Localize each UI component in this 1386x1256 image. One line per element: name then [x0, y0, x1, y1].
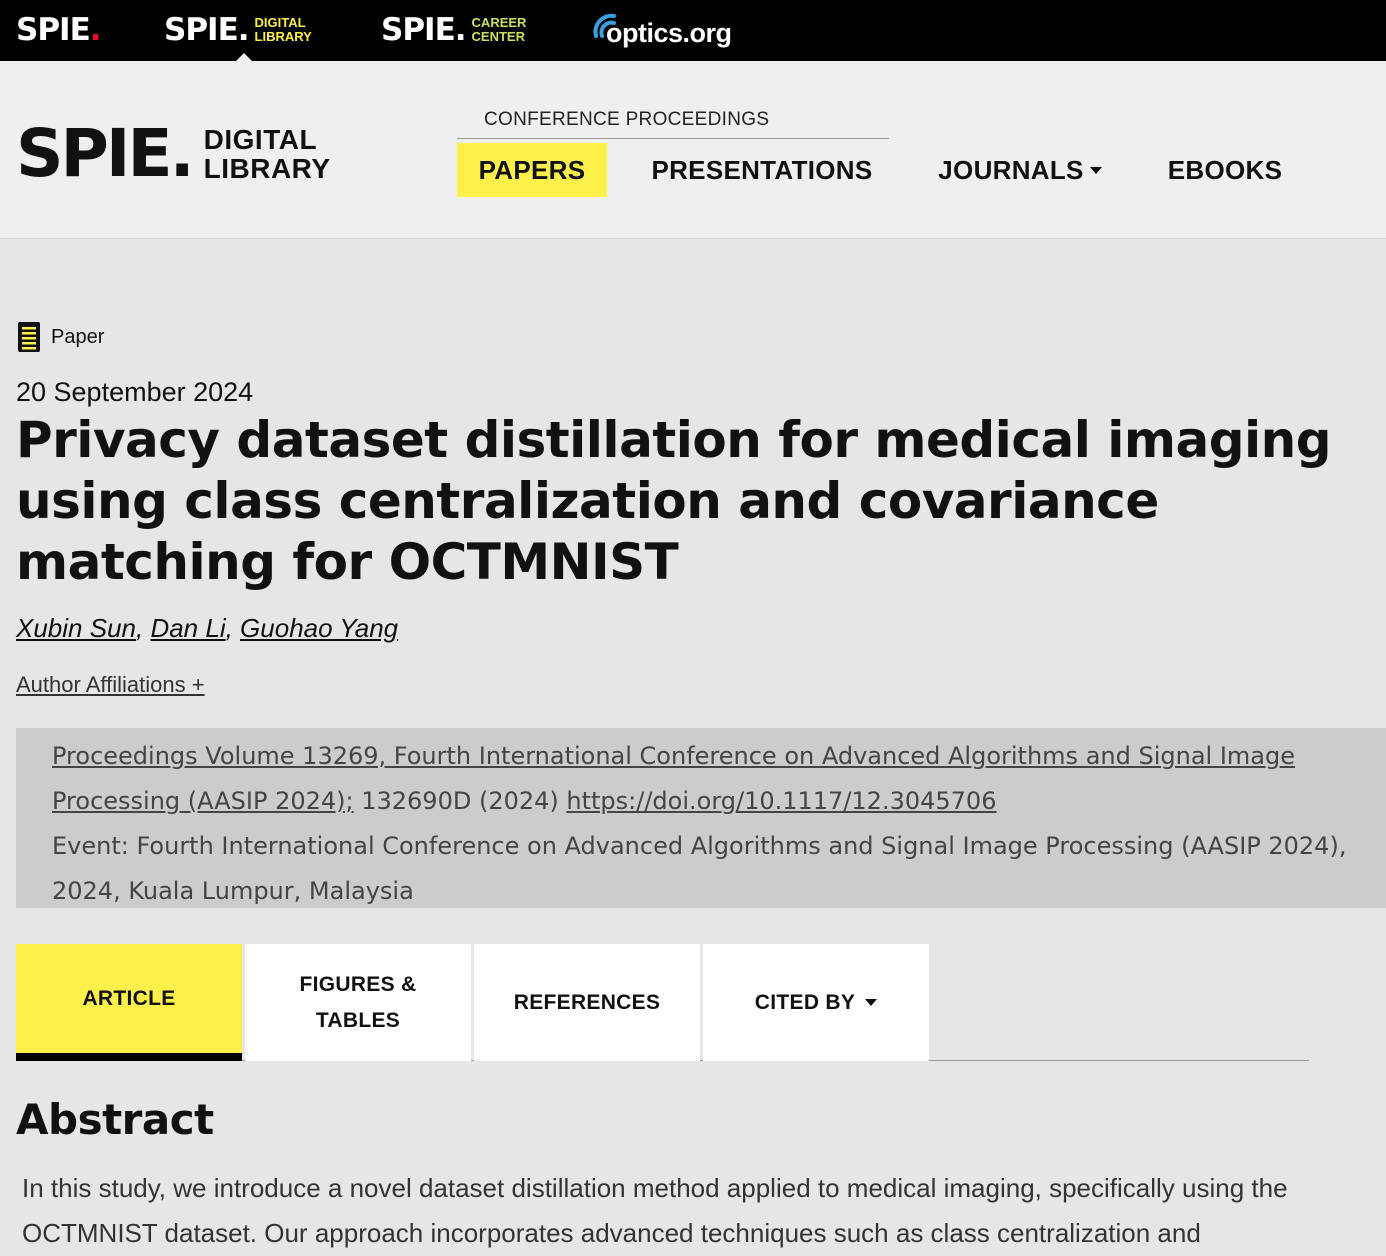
- nav-journals-label: JOURNALS: [938, 155, 1084, 185]
- author-link[interactable]: Guohao Yang: [240, 613, 398, 643]
- spie-wordmark: SPIE.: [16, 12, 102, 48]
- site-header: SPIE. DIGITAL LIBRARY CONFERENCE PROCEEDI…: [0, 61, 1386, 239]
- proceedings-info: Proceedings Volume 13269, Fourth Interna…: [16, 728, 1386, 908]
- author-link[interactable]: Dan Li: [150, 613, 225, 643]
- author-link[interactable]: Xubin Sun: [16, 613, 136, 643]
- digital-library-link[interactable]: SPIE. DIGITAL LIBRARY: [164, 10, 312, 50]
- abstract-text: In this study, we introduce a novel data…: [22, 1173, 1288, 1248]
- nav-journals[interactable]: JOURNALS: [920, 143, 1120, 197]
- spie-wordmark: SPIE.: [381, 12, 467, 48]
- career-center-sub: CAREER CENTER: [471, 15, 527, 44]
- optics-org-link[interactable]: optics.org: [592, 10, 732, 50]
- abstract-heading: Abstract: [16, 1095, 214, 1144]
- author-list: Xubin Sun, Dan Li, Guohao Yang: [16, 613, 399, 643]
- tab-cited-by[interactable]: CITED BY: [703, 944, 929, 1061]
- nav-papers[interactable]: PAPERS: [457, 143, 607, 197]
- spie-home-link[interactable]: SPIE.: [16, 10, 102, 50]
- tab-cited-by-label: CITED BY: [754, 990, 856, 1014]
- chevron-down-icon: [865, 999, 878, 1006]
- optics-signal-icon: [593, 13, 616, 38]
- nav-ebooks[interactable]: EBOOKS: [1150, 143, 1300, 197]
- career-center-link[interactable]: SPIE. CAREER CENTER: [381, 10, 526, 50]
- logo-spie: SPIE.: [16, 115, 195, 192]
- author-affiliations-toggle[interactable]: Author Affiliations +: [16, 672, 205, 698]
- tab-figures-tables[interactable]: FIGURES & TABLES: [245, 944, 471, 1061]
- spie-wordmark: SPIE.: [164, 12, 250, 48]
- article-tabs: ARTICLE FIGURES & TABLES REFERENCES CITED…: [16, 944, 1309, 1061]
- doi-link[interactable]: https://doi.org/10.1117/12.3045706: [566, 787, 996, 815]
- digital-library-sub: DIGITAL LIBRARY: [254, 15, 312, 44]
- event-info: Event: Fourth International Conference o…: [52, 832, 1347, 905]
- logo-digital-library: DIGITAL LIBRARY: [203, 124, 331, 184]
- paper-type: Paper: [18, 322, 104, 352]
- nav-presentations[interactable]: PRESENTATIONS: [640, 143, 884, 197]
- tab-references[interactable]: REFERENCES: [474, 944, 700, 1061]
- active-site-indicator: [236, 53, 252, 61]
- chevron-down-icon: [1089, 166, 1102, 174]
- document-icon: [18, 322, 40, 352]
- paper-title: Privacy dataset distillation for medical…: [16, 411, 1332, 591]
- optics-wordmark: optics.org: [606, 17, 732, 48]
- paper-type-label: Paper: [51, 325, 105, 348]
- spie-digital-library-logo[interactable]: SPIE. DIGITAL LIBRARY: [16, 121, 331, 187]
- conference-proceedings-label: CONFERENCE PROCEEDINGS: [484, 109, 770, 130]
- top-site-bar: SPIE. SPIE. DIGITAL LIBRARY SPIE. CAREER C…: [0, 0, 1386, 61]
- divider: [457, 138, 889, 139]
- publication-date: 20 September 2024: [16, 377, 254, 407]
- tab-figures-label: FIGURES & TABLES: [299, 972, 417, 1032]
- tab-article[interactable]: ARTICLE: [16, 944, 242, 1061]
- article-number: 132690D (2024): [353, 787, 567, 815]
